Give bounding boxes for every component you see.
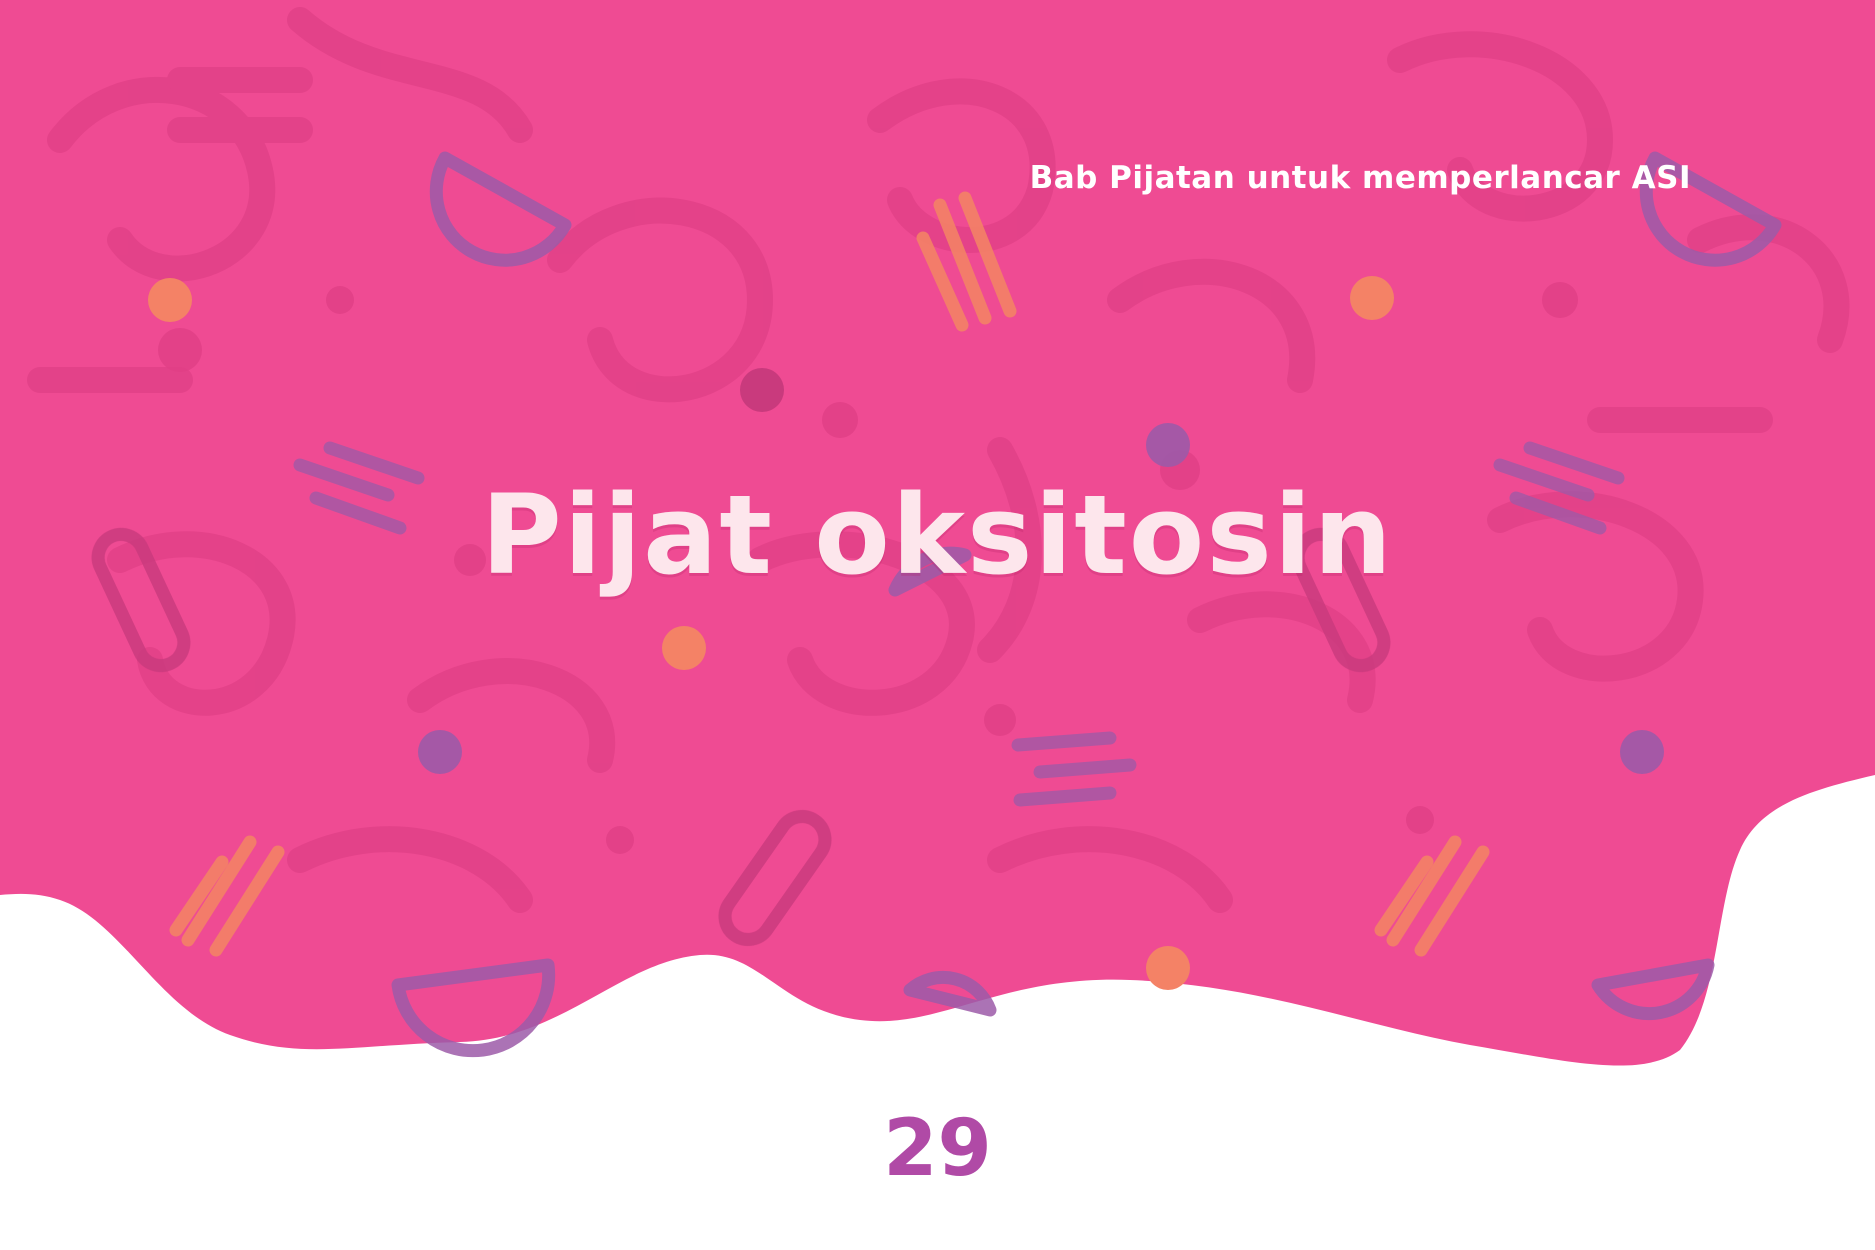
- chapter-label: Bab Pijatan untuk memperlancar ASI: [1029, 160, 1691, 196]
- page-title: Pijat oksitosin: [481, 471, 1394, 599]
- dark-dots: [740, 368, 784, 412]
- page-number: 29: [883, 1104, 992, 1194]
- page: Bab Pijatan untuk memperlancar ASI Pijat…: [0, 0, 1875, 1250]
